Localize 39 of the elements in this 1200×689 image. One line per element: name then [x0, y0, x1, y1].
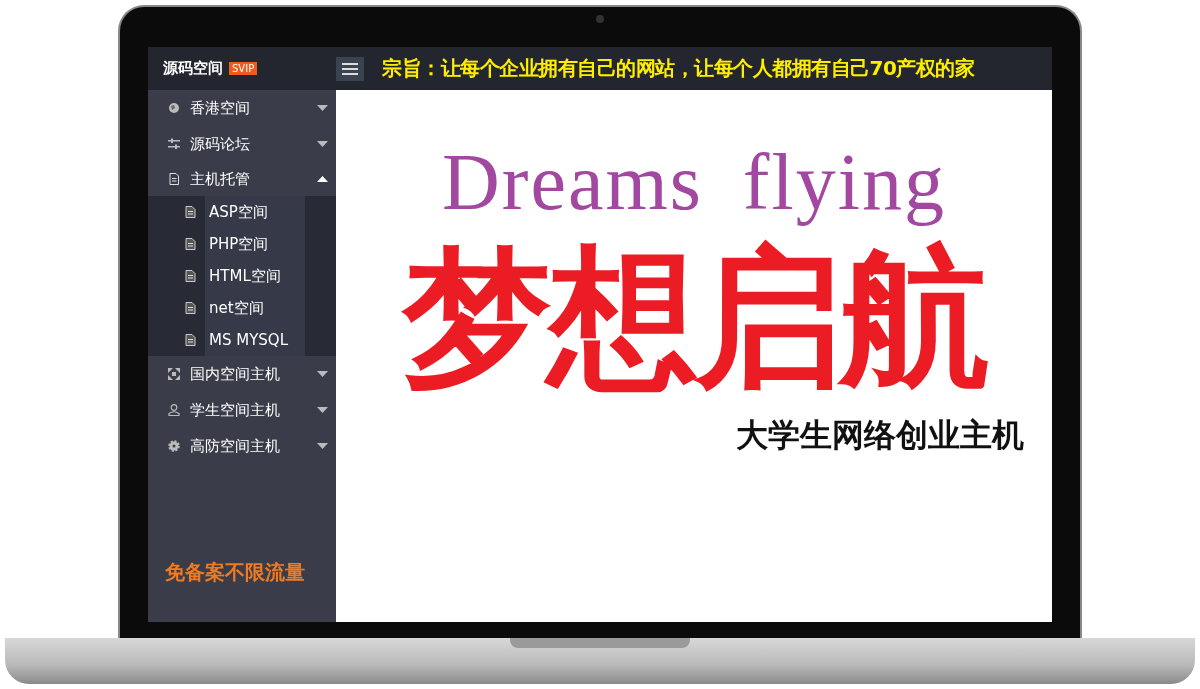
camera-icon	[596, 15, 604, 23]
menu-label: 国内空间主机	[190, 364, 281, 384]
caret-icon	[317, 371, 328, 377]
svip-badge: SVIP	[229, 62, 258, 75]
site-logo-text: 源码空间	[163, 59, 223, 78]
caret-icon	[317, 176, 328, 182]
expand-icon	[168, 368, 180, 380]
hero-slogan: 梦想启航	[402, 240, 986, 398]
globe-icon	[168, 102, 180, 114]
caret-icon	[317, 407, 328, 413]
sidebar-menu-item[interactable]: 高防空间主机	[148, 428, 336, 464]
gear-icon	[168, 440, 180, 452]
caret-icon	[317, 141, 328, 147]
menu-label: 源码论坛	[190, 134, 251, 154]
menu-label: 主机托管	[190, 169, 251, 189]
hero-title: Dreams flying	[442, 138, 946, 226]
menu-label: 高防空间主机	[190, 436, 281, 456]
document-icon	[185, 270, 196, 282]
sidebar-menu-item[interactable]: 学生空间主机	[148, 392, 336, 428]
menu-button[interactable]	[336, 56, 364, 81]
caret-icon	[317, 443, 328, 449]
motto-text: 宗旨：让每个企业拥有自己的网站，让每个人都拥有自己70产权的家	[382, 55, 975, 82]
document-icon	[185, 334, 196, 346]
doc-icon	[168, 173, 180, 185]
sidebar-menu-item[interactable]: 国内空间主机	[148, 356, 336, 392]
user-icon	[168, 404, 180, 416]
sliders-icon	[168, 138, 180, 150]
sidebar-menu-item[interactable]: 香港空间	[148, 90, 336, 126]
document-icon	[185, 206, 196, 218]
hero-subtitle: 大学生网络创业主机	[736, 414, 1024, 456]
promo-text: 免备案不限流量	[164, 559, 306, 586]
menu-icon	[342, 62, 358, 75]
document-icon	[185, 302, 196, 314]
menu-label: 香港空间	[190, 98, 251, 118]
menu-label: 学生空间主机	[190, 400, 281, 420]
caret-icon	[317, 105, 328, 111]
sidebar-menu-item[interactable]: 主机托管	[148, 162, 336, 196]
document-icon	[185, 238, 196, 250]
sidebar-menu-item[interactable]: 源码论坛	[148, 126, 336, 162]
